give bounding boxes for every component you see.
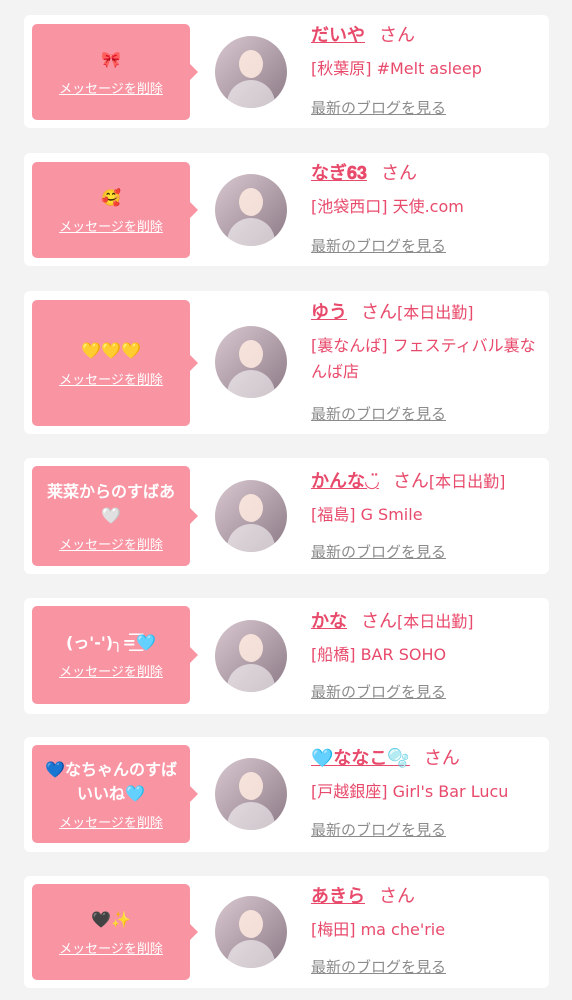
name-row: 🩵ななこ🫧 さん	[311, 747, 541, 771]
avatar-body	[227, 218, 275, 246]
avatar[interactable]	[215, 758, 287, 830]
shop-name: [裏なんば] フェスティバル裏なんば店	[311, 336, 536, 381]
delete-message-link[interactable]: メッセージを削除	[59, 369, 163, 388]
honorific: さん	[423, 748, 460, 769]
message-card: 🥰 メッセージを削除 なぎ𝟔𝟑 さん [池袋西口] 天使.com 最新のブログを見…	[24, 153, 549, 266]
avatar[interactable]	[215, 326, 287, 398]
cast-name-link[interactable]: だいや	[311, 25, 365, 46]
avatar-face	[239, 910, 263, 938]
shop-name: [戸越銀座] Girl's Bar Lucu	[311, 782, 509, 801]
cast-info: だいや さん [秋葉原] #Melt asleep	[311, 24, 541, 82]
message-bubble: 🥰 メッセージを削除	[32, 162, 198, 258]
cast-info: ゆう さん[本日出勤] [裏なんば] フェスティバル裏なんば店	[311, 301, 541, 385]
honorific: さん	[392, 471, 429, 492]
message-bubble: 莱菜からのすばあ🤍 メッセージを削除	[32, 466, 198, 566]
latest-blog-link[interactable]: 最新のブログを見る	[311, 681, 446, 702]
message-card: 💛💛💛 メッセージを削除 ゆう さん[本日出勤] [裏なんば] フェスティバル裏な…	[24, 291, 549, 434]
cast-info: かな さん[本日出勤] [船橋] BAR SOHO	[311, 610, 541, 668]
message-bubble: 💛💛💛 メッセージを削除	[32, 300, 198, 426]
avatar[interactable]	[215, 36, 287, 108]
message-text: 💙なちゃんのすばいいね🩵	[45, 759, 177, 803]
message-bubble: (っ'-')╮=͟͟͞͞🩵 メッセージを削除	[32, 606, 198, 704]
cast-info: かんな◡̈ さん[本日出勤] [福島] G Smile	[311, 470, 541, 528]
cast-name-link[interactable]: あきら	[311, 886, 365, 907]
avatar[interactable]	[215, 480, 287, 552]
cast-name-link[interactable]: かな	[311, 611, 347, 632]
name-row: なぎ𝟔𝟑 さん	[311, 162, 541, 186]
avatar-body	[227, 524, 275, 552]
message-card: 💙なちゃんのすばいいね🩵 メッセージを削除 🩵ななこ🫧 さん [戸越銀座] Gir…	[24, 737, 549, 852]
latest-blog-link[interactable]: 最新のブログを見る	[311, 235, 446, 256]
shop-name: [秋葉原] #Melt asleep	[311, 59, 482, 78]
name-row: あきら さん	[311, 885, 541, 909]
message-text: 🥰	[101, 187, 121, 207]
avatar-face	[239, 494, 263, 522]
message-text: 莱菜からのすばあ🤍	[46, 481, 175, 525]
message-bubble: 🎀 メッセージを削除	[32, 24, 198, 120]
shop-name: [梅田] ma che'rie	[311, 920, 446, 939]
delete-message-link[interactable]: メッセージを削除	[59, 938, 163, 957]
avatar[interactable]	[215, 174, 287, 246]
name-row: ゆう さん[本日出勤]	[311, 301, 541, 325]
name-row: だいや さん	[311, 24, 541, 48]
message-text: (っ'-')╮=͟͟͞͞🩵	[65, 632, 157, 652]
honorific: さん	[361, 302, 397, 323]
latest-blog-link[interactable]: 最新のブログを見る	[311, 541, 446, 562]
delete-message-link[interactable]: メッセージを削除	[59, 216, 163, 235]
status-badge: [本日出勤]	[397, 303, 474, 322]
message-text: 🖤✨	[91, 909, 131, 929]
honorific: さん	[379, 886, 415, 907]
delete-message-link[interactable]: メッセージを削除	[59, 534, 163, 553]
status-badge: [本日出勤]	[397, 612, 474, 631]
cast-info: なぎ𝟔𝟑 さん [池袋西口] 天使.com	[311, 162, 541, 220]
delete-message-link[interactable]: メッセージを削除	[59, 661, 163, 680]
avatar-face	[239, 634, 263, 662]
message-card: 🎀 メッセージを削除 だいや さん [秋葉原] #Melt asleep 最新のブ…	[24, 15, 549, 128]
avatar-body	[227, 802, 275, 830]
avatar-face	[239, 188, 263, 216]
latest-blog-link[interactable]: 最新のブログを見る	[311, 956, 446, 977]
latest-blog-link[interactable]: 最新のブログを見る	[311, 403, 446, 424]
cast-name-link[interactable]: なぎ𝟔𝟑	[311, 163, 367, 184]
avatar[interactable]	[215, 896, 287, 968]
avatar-body	[227, 664, 275, 692]
cast-info: 🩵ななこ🫧 さん [戸越銀座] Girl's Bar Lucu	[311, 747, 541, 805]
avatar-body	[227, 370, 275, 398]
latest-blog-link[interactable]: 最新のブログを見る	[311, 97, 446, 118]
avatar-face	[239, 50, 263, 78]
avatar-face	[239, 340, 263, 368]
honorific: さん	[381, 163, 418, 184]
avatar-face	[239, 772, 263, 800]
cast-name-link[interactable]: ゆう	[311, 302, 347, 323]
avatar-body	[227, 80, 275, 108]
name-row: かな さん[本日出勤]	[311, 610, 541, 634]
cast-name-link[interactable]: 🩵ななこ🫧	[311, 748, 410, 769]
avatar[interactable]	[215, 620, 287, 692]
honorific: さん	[379, 25, 415, 46]
message-text: 💛💛💛	[81, 340, 141, 360]
message-bubble: 🖤✨ メッセージを削除	[32, 884, 198, 980]
delete-message-link[interactable]: メッセージを削除	[59, 78, 163, 97]
delete-message-link[interactable]: メッセージを削除	[59, 812, 163, 831]
cast-info: あきら さん [梅田] ma che'rie	[311, 885, 541, 943]
shop-name: [福島] G Smile	[311, 505, 423, 524]
cast-name-link[interactable]: かんな◡̈	[311, 471, 379, 492]
name-row: かんな◡̈ さん[本日出勤]	[311, 470, 541, 494]
message-card: 莱菜からのすばあ🤍 メッセージを削除 かんな◡̈ さん[本日出勤] [福島] G …	[24, 458, 549, 574]
message-bubble: 💙なちゃんのすばいいね🩵 メッセージを削除	[32, 745, 198, 843]
shop-name: [池袋西口] 天使.com	[311, 197, 464, 216]
message-card: 🖤✨ メッセージを削除 あきら さん [梅田] ma che'rie 最新のブログ…	[24, 876, 549, 988]
message-card: (っ'-')╮=͟͟͞͞🩵 メッセージを削除 かな さん[本日出勤] [船橋] B…	[24, 598, 549, 714]
message-text: 🎀	[101, 49, 121, 69]
honorific: さん	[361, 611, 397, 632]
avatar-body	[227, 940, 275, 968]
shop-name: [船橋] BAR SOHO	[311, 645, 447, 664]
status-badge: [本日出勤]	[428, 472, 506, 491]
latest-blog-link[interactable]: 最新のブログを見る	[311, 819, 446, 840]
